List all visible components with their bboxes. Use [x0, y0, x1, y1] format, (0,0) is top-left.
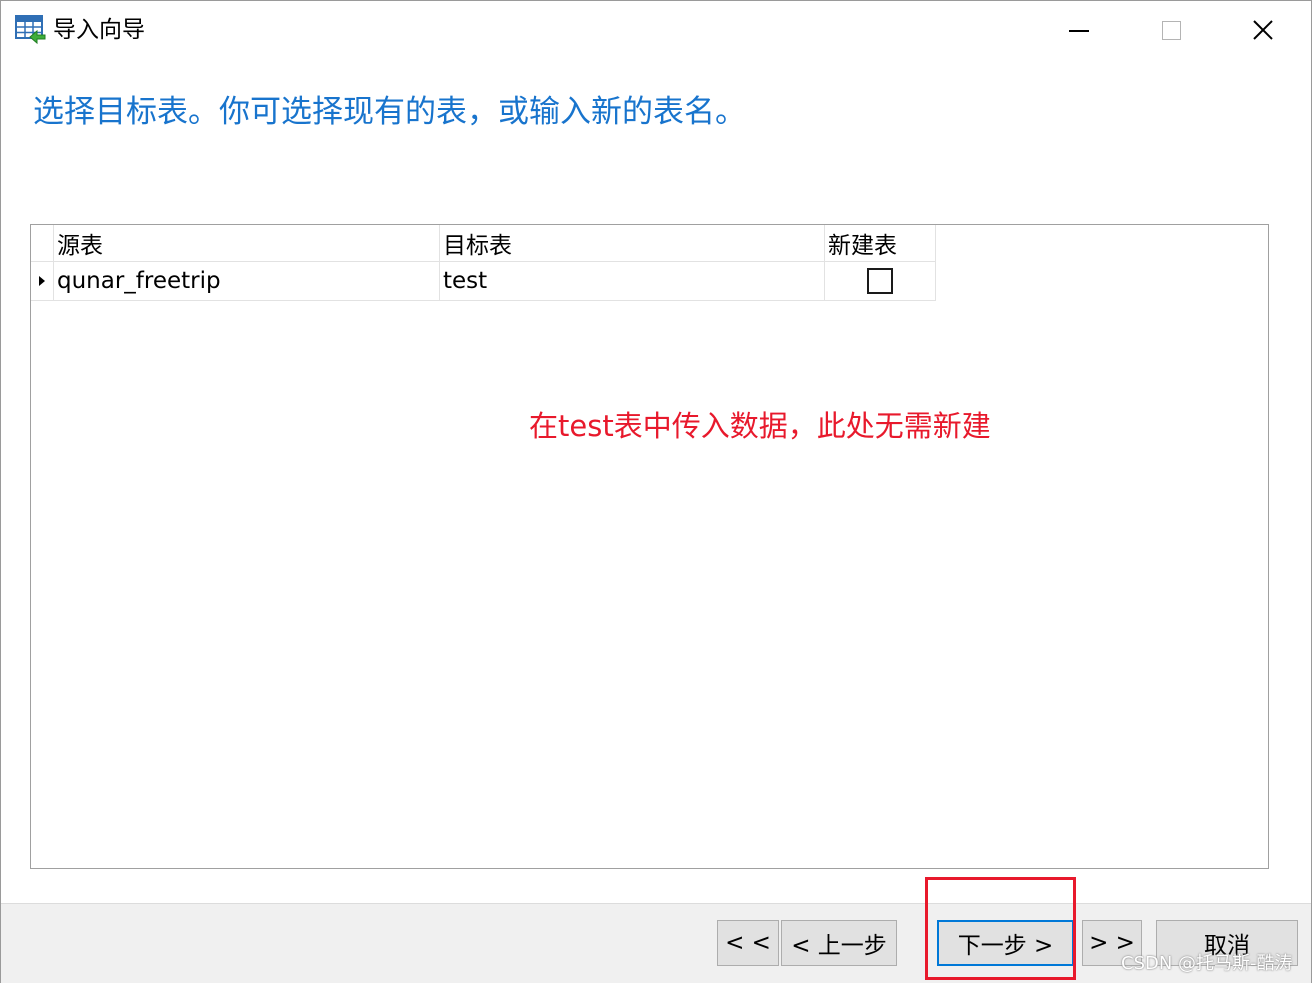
minimize-icon [1069, 30, 1089, 32]
red-highlight-box [925, 877, 1076, 980]
column-header-create-new[interactable]: 新建表 [825, 225, 936, 262]
first-step-button[interactable]: < < [717, 920, 779, 966]
close-icon [1253, 20, 1273, 40]
caret-right-icon [39, 276, 45, 286]
row-indicator[interactable] [31, 262, 54, 301]
red-annotation-text: 在test表中传入数据，此处无需新建 [529, 409, 991, 443]
watermark: CSDN @托马斯-酷涛 [1121, 953, 1293, 974]
minimize-button[interactable] [1033, 1, 1125, 59]
import-wizard-window: 导入向导 选择目标表。你可选择现有的表，或输入新的表名。 源表 目标表 新建表 [0, 0, 1312, 983]
target-table-cell[interactable]: test [440, 262, 825, 301]
title-bar[interactable]: 导入向导 [1, 1, 1311, 59]
table-import-icon [15, 15, 47, 45]
maximize-icon [1161, 20, 1181, 40]
header-indicator-cell [31, 225, 54, 262]
close-button[interactable] [1217, 1, 1309, 59]
window-title: 导入向导 [53, 17, 145, 43]
source-table-cell[interactable]: qunar_freetrip [54, 262, 440, 301]
table-mapping-grid[interactable]: 源表 目标表 新建表 qunar_freetrip test 在test表中传入… [30, 224, 1269, 869]
create-new-cell[interactable] [825, 262, 936, 301]
page-heading: 选择目标表。你可选择现有的表，或输入新的表名。 [33, 94, 746, 130]
column-header-source[interactable]: 源表 [54, 225, 440, 262]
column-header-target[interactable]: 目标表 [440, 225, 825, 262]
maximize-button[interactable] [1125, 1, 1217, 59]
wizard-footer: < < < 上一步 下一步 > > > 取消 [1, 903, 1311, 983]
previous-step-button[interactable]: < 上一步 [781, 920, 897, 966]
create-new-checkbox[interactable] [867, 268, 893, 294]
